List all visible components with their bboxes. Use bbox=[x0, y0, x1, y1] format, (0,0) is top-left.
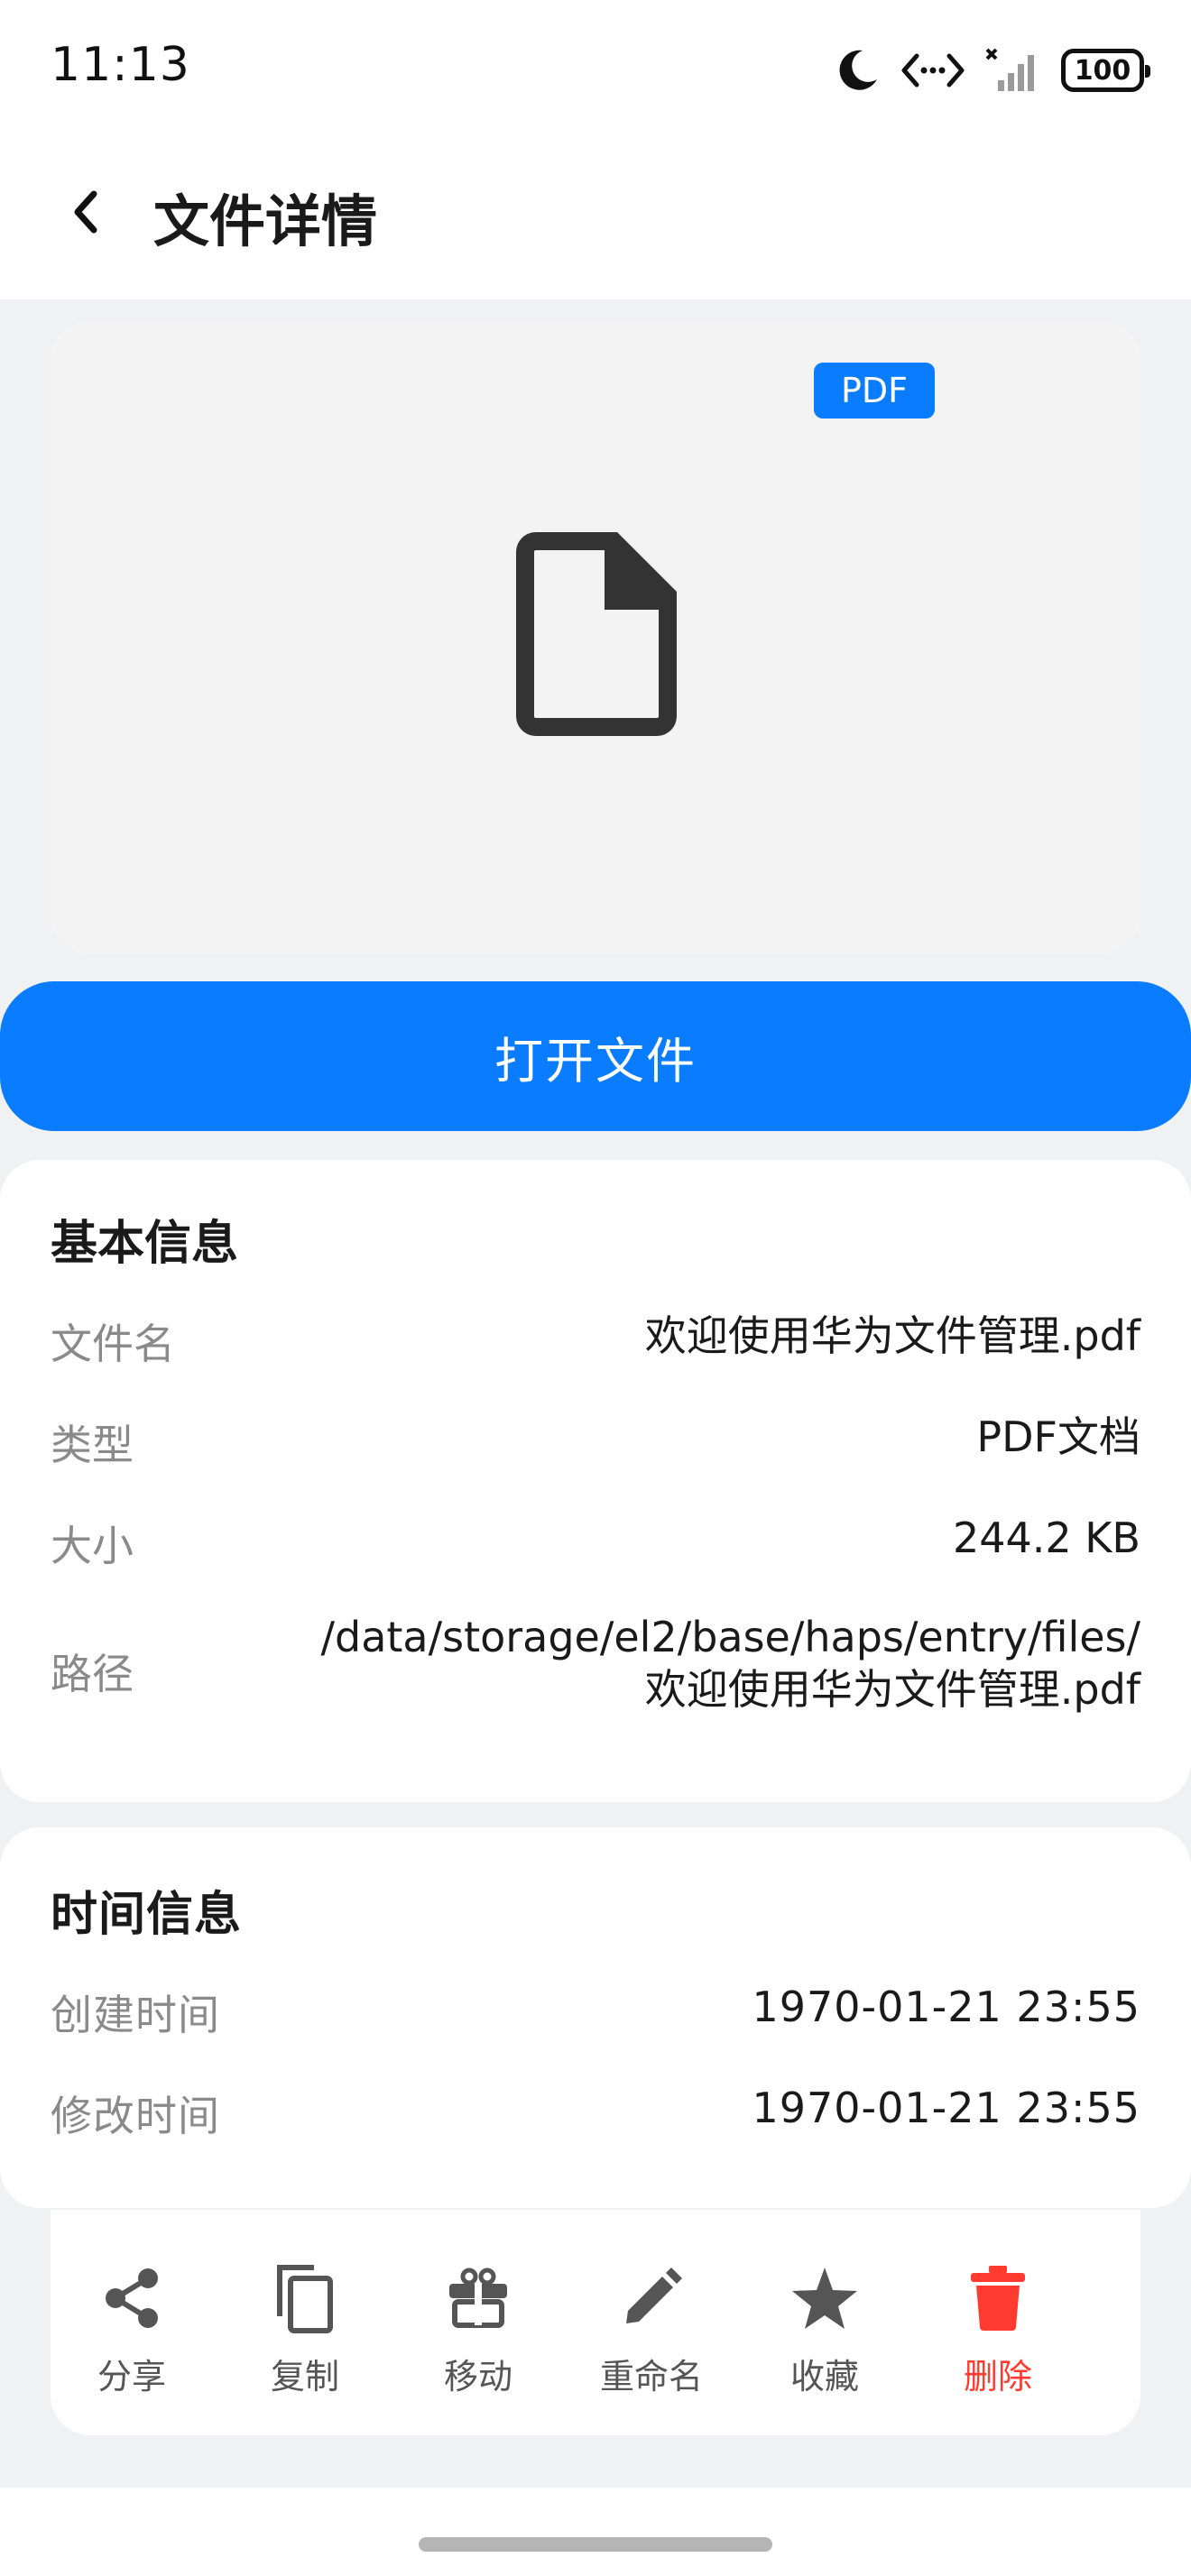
created-time-value: 1970-01-21 23:55 bbox=[752, 1983, 1140, 2031]
path-label: 路径 bbox=[51, 1650, 134, 1698]
pencil-icon bbox=[615, 2262, 688, 2334]
copy-label: 复制 bbox=[270, 2357, 339, 2397]
path-value-line2: 欢迎使用华为文件管理.pdf bbox=[644, 1665, 1140, 1714]
filename-label: 文件名 bbox=[51, 1320, 175, 1368]
copy-button[interactable]: 复制 bbox=[224, 2262, 386, 2398]
modified-time-value: 1970-01-21 23:55 bbox=[752, 2084, 1140, 2132]
app-header: 文件详情 bbox=[0, 140, 1191, 299]
delete-button[interactable]: 删除 bbox=[917, 2262, 1079, 2398]
move-icon bbox=[442, 2262, 514, 2334]
data-transfer-icon bbox=[901, 53, 965, 87]
favorite-button[interactable]: 收藏 bbox=[743, 2262, 906, 2398]
trash-icon bbox=[962, 2262, 1034, 2334]
time-info-title: 时间信息 bbox=[51, 1888, 243, 1942]
filename-value: 欢迎使用华为文件管理.pdf bbox=[644, 1311, 1140, 1360]
star-icon bbox=[789, 2262, 861, 2334]
battery-icon: 100 bbox=[1061, 49, 1150, 92]
home-indicator[interactable] bbox=[419, 2537, 772, 2552]
battery-level: 100 bbox=[1074, 54, 1131, 87]
created-time-label: 创建时间 bbox=[51, 1991, 220, 2039]
status-time: 11:13 bbox=[51, 38, 190, 92]
path-value-line1: /data/storage/el2/base/haps/entry/files/ bbox=[320, 1613, 1141, 1661]
moon-icon bbox=[839, 50, 877, 90]
page-title: 文件详情 bbox=[153, 189, 378, 254]
size-label: 大小 bbox=[51, 1522, 134, 1570]
rename-label: 重命名 bbox=[599, 2357, 703, 2397]
favorite-label: 收藏 bbox=[789, 2357, 859, 2397]
open-file-button[interactable]: 打开文件 bbox=[0, 981, 1191, 1131]
size-value: 244.2 KB bbox=[952, 1513, 1140, 1562]
copy-icon bbox=[269, 2262, 341, 2334]
file-action-bar: 分享 复制 移动 重命名 收藏 删除 bbox=[51, 2210, 1140, 2435]
rename-button[interactable]: 重命名 bbox=[570, 2262, 733, 2398]
chevron-left-icon bbox=[74, 190, 97, 234]
share-icon bbox=[96, 2262, 168, 2334]
navigation-bar bbox=[0, 2488, 1191, 2576]
move-button[interactable]: 移动 bbox=[397, 2262, 559, 2398]
modified-time-label: 修改时间 bbox=[51, 2092, 220, 2140]
status-bar: 11:13 100 bbox=[0, 0, 1191, 140]
file-preview: PDF bbox=[51, 321, 1140, 954]
move-label: 移动 bbox=[443, 2357, 512, 2397]
status-icons: 100 bbox=[836, 43, 1150, 97]
time-info-card: 时间信息 创建时间 1970-01-21 23:55 修改时间 1970-01-… bbox=[0, 1827, 1191, 2208]
share-label: 分享 bbox=[97, 2357, 166, 2397]
document-icon bbox=[516, 532, 677, 736]
basic-info-title: 基本信息 bbox=[51, 1217, 239, 1271]
file-type-badge: PDF bbox=[814, 363, 935, 419]
signal-no-service-icon bbox=[985, 48, 1034, 91]
type-value: PDF文档 bbox=[976, 1412, 1140, 1461]
delete-label: 删除 bbox=[963, 2357, 1032, 2397]
back-button[interactable] bbox=[54, 179, 119, 244]
basic-info-card: 基本信息 文件名 欢迎使用华为文件管理.pdf 类型 PDF文档 大小 244.… bbox=[0, 1160, 1191, 1802]
path-value: /data/storage/el2/base/haps/entry/files/… bbox=[321, 1611, 1141, 1716]
share-button[interactable]: 分享 bbox=[51, 2262, 213, 2398]
type-label: 类型 bbox=[51, 1421, 134, 1469]
